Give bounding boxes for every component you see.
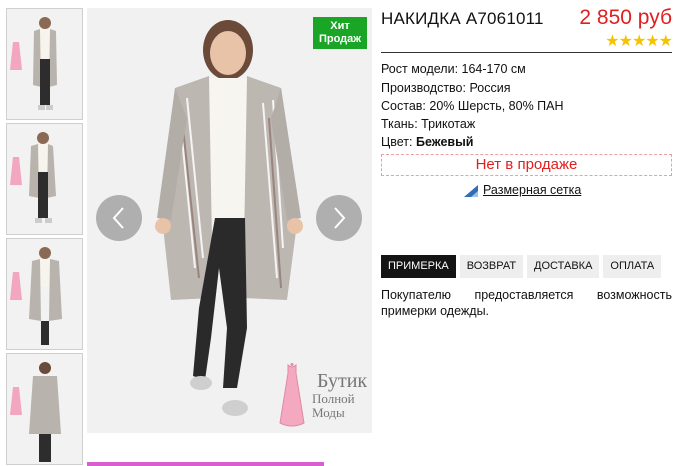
brand-name-line1: Бутик — [317, 370, 368, 392]
spec-color: Цвет: Бежевый — [381, 135, 474, 149]
dress-icon — [279, 363, 305, 427]
chevron-right-icon — [334, 207, 346, 229]
spec-production: Производство: Россия — [381, 81, 511, 95]
tab-delivery[interactable]: ДОСТАВКА — [527, 255, 600, 278]
main-product-image: Хит Продаж Бутик Полной Моды — [87, 8, 372, 433]
brand-name-lines: Полной Моды — [312, 392, 355, 420]
thumbnail-strip — [6, 8, 84, 466]
brand-name-line2: Полной — [312, 391, 355, 406]
brand-logo: Бутик Полной Моды — [270, 363, 372, 433]
brand-logo-mini — [10, 386, 22, 415]
thumbnail-1[interactable] — [6, 8, 83, 120]
spec-fabric: Ткань: Трикотаж — [381, 117, 476, 131]
spec-model-height: Рост модели: 164-170 см — [381, 62, 526, 76]
thumbnail-3[interactable] — [6, 238, 83, 350]
tab-fitting[interactable]: ПРИМЕРКА — [381, 255, 456, 278]
next-image-button[interactable] — [316, 195, 362, 241]
info-tabs: ПРИМЕРКА ВОЗВРАТ ДОСТАВКА ОПЛАТА — [381, 255, 662, 278]
brand-logo-mini — [10, 41, 22, 70]
tab-payment[interactable]: ОПЛАТА — [603, 255, 662, 278]
divider — [381, 52, 672, 53]
brand-logo-mini — [10, 156, 22, 185]
size-chart-link[interactable]: Размерная сетка — [483, 183, 581, 197]
chevron-left-icon — [112, 207, 124, 229]
product-price: 2 850 руб — [579, 6, 672, 29]
tab-returns[interactable]: ВОЗВРАТ — [459, 255, 524, 278]
brand-name-line3: Моды — [312, 405, 345, 420]
accent-bar — [87, 462, 324, 466]
brand-logo-mini — [10, 271, 22, 300]
bestseller-badge: Хит Продаж — [313, 17, 367, 49]
thumbnail-4[interactable] — [6, 353, 83, 465]
ruler-icon — [464, 185, 478, 197]
spec-composition: Состав: 20% Шерсть, 80% ПАН — [381, 99, 564, 113]
tab-content: Покупателю предоставляется возможность п… — [381, 288, 672, 318]
product-title: НАКИДКА А7061011 — [381, 9, 544, 28]
rating-stars: ★★★★★ — [605, 33, 673, 50]
thumbnail-2[interactable] — [6, 123, 83, 235]
availability-status: Нет в продаже — [381, 154, 672, 176]
previous-image-button[interactable] — [96, 195, 142, 241]
